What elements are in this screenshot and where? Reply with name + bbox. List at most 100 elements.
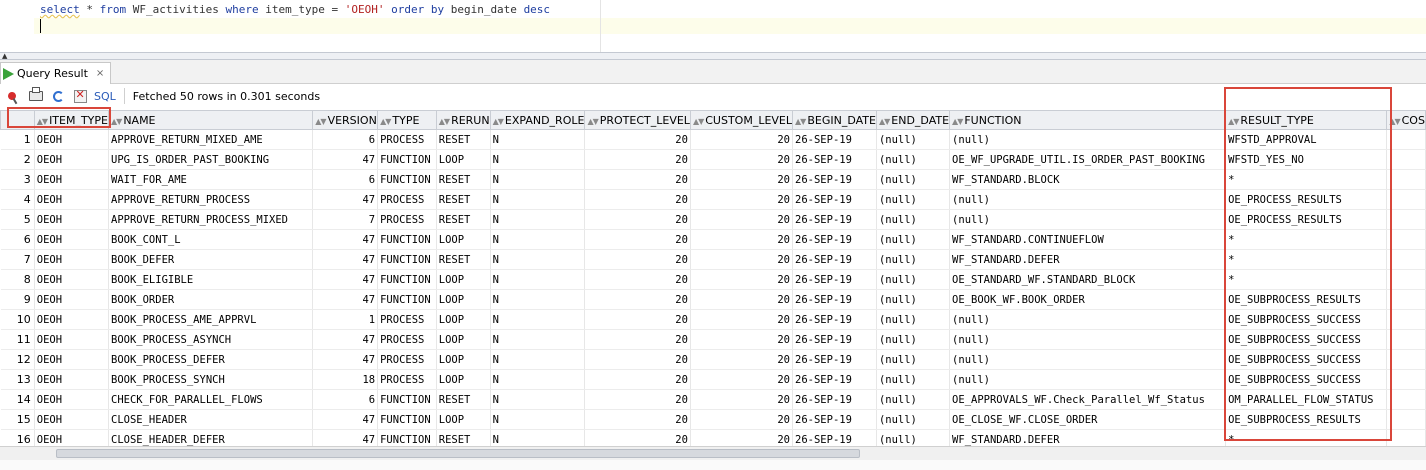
cell-rerun[interactable]: LOOP — [436, 349, 491, 370]
cell-item-type[interactable]: OEOH — [34, 389, 110, 410]
cell-version[interactable]: 6 — [312, 169, 379, 190]
sort-icon[interactable]: ▲▼ — [879, 117, 890, 126]
table-row[interactable]: 9 OEOH BOOK_ORDER 47 FUNCTION LOOP N 20 20 26-SEP… — [0, 289, 1426, 310]
cell-cos[interactable] — [1386, 229, 1426, 250]
close-icon[interactable]: × — [96, 68, 104, 79]
sort-icon[interactable]: ▲▼ — [693, 117, 704, 126]
cell-rerun[interactable]: RESET — [436, 189, 491, 210]
table-row[interactable]: 10 OEOH BOOK_PROCESS_AME_APPRVL 1 PROCESS LOO… — [0, 309, 1426, 330]
cell-name[interactable]: APPROVE_RETURN_PROCESS_MIXED — [108, 209, 314, 230]
cell-rerun[interactable]: RESET — [436, 249, 491, 270]
cell-protect-level[interactable]: 20 — [584, 409, 691, 430]
cell-item-type[interactable]: OEOH — [34, 189, 110, 210]
cell-begin-date[interactable]: 26-SEP-19 — [792, 169, 877, 190]
cell-rerun[interactable]: RESET — [436, 389, 491, 410]
cell-name[interactable]: BOOK_PROCESS_DEFER — [108, 349, 314, 370]
column-header[interactable]: ▲▼ VERSION — [312, 110, 379, 130]
cell-type[interactable]: FUNCTION — [377, 289, 437, 310]
cell-rerun[interactable]: LOOP — [436, 289, 491, 310]
cell-end-date[interactable]: (null) — [876, 189, 951, 210]
cell-name[interactable]: BOOK_PROCESS_ASYNCH — [108, 329, 314, 350]
cell-expand-role[interactable]: N — [490, 269, 586, 290]
cell-name[interactable]: CHECK_FOR_PARALLEL_FLOWS — [108, 389, 314, 410]
cell-cos[interactable] — [1386, 409, 1426, 430]
cell-name[interactable]: APPROVE_RETURN_MIXED_AME — [108, 129, 314, 150]
cell-version[interactable]: 6 — [312, 389, 379, 410]
cell-item-type[interactable]: OEOH — [34, 209, 110, 230]
cell-function[interactable]: (null) — [949, 129, 1227, 150]
cell-function[interactable]: OE_STANDARD_WF.STANDARD_BLOCK — [949, 269, 1227, 290]
cell-item-type[interactable]: OEOH — [34, 329, 110, 350]
cell-rerun[interactable]: RESET — [436, 129, 491, 150]
cell-custom-level[interactable]: 20 — [690, 209, 794, 230]
cell-begin-date[interactable]: 26-SEP-19 — [792, 269, 877, 290]
cell-name[interactable]: CLOSE_HEADER — [108, 409, 314, 430]
cell-end-date[interactable]: (null) — [876, 349, 951, 370]
cell-function[interactable]: OE_BOOK_WF.BOOK_ORDER — [949, 289, 1227, 310]
cell-begin-date[interactable]: 26-SEP-19 — [792, 129, 877, 150]
cell-cos[interactable] — [1386, 189, 1426, 210]
cell-begin-date[interactable]: 26-SEP-19 — [792, 289, 877, 310]
cell-rerun[interactable]: LOOP — [436, 229, 491, 250]
cell-type[interactable]: PROCESS — [377, 209, 437, 230]
cell-item-type[interactable]: OEOH — [34, 369, 110, 390]
cell-expand-role[interactable]: N — [490, 389, 586, 410]
cell-custom-level[interactable]: 20 — [690, 369, 794, 390]
horizontal-scrollbar[interactable] — [0, 446, 1426, 460]
table-row[interactable]: 15 OEOH CLOSE_HEADER 47 FUNCTION LOOP N 20 20 26-… — [0, 409, 1426, 430]
cell-expand-role[interactable]: N — [490, 289, 586, 310]
cell-protect-level[interactable]: 20 — [584, 129, 691, 150]
cell-expand-role[interactable]: N — [490, 309, 586, 330]
sql-link[interactable]: SQL — [94, 90, 116, 103]
cell-rerun[interactable]: LOOP — [436, 269, 491, 290]
cell-version[interactable]: 47 — [312, 349, 379, 370]
table-row[interactable]: 13 OEOH BOOK_PROCESS_SYNCH 18 PROCESS LOOP N 20… — [0, 369, 1426, 390]
cell-begin-date[interactable]: 26-SEP-19 — [792, 189, 877, 210]
cell-begin-date[interactable]: 26-SEP-19 — [792, 329, 877, 350]
table-row[interactable]: 8 OEOH BOOK_ELIGIBLE 47 FUNCTION LOOP N 20 20 26-… — [0, 269, 1426, 290]
cell-version[interactable]: 47 — [312, 289, 379, 310]
column-header[interactable]: ▲▼ EXPAND_ROLE — [489, 110, 586, 130]
cell-expand-role[interactable]: N — [490, 249, 586, 270]
cell-protect-level[interactable]: 20 — [584, 149, 691, 170]
cell-begin-date[interactable]: 26-SEP-19 — [792, 389, 877, 410]
cell-end-date[interactable]: (null) — [876, 149, 951, 170]
sort-icon[interactable]: ▲▼ — [952, 117, 963, 126]
column-header[interactable]: ▲▼ END_DATE — [875, 110, 951, 130]
delete-icon[interactable] — [72, 88, 88, 104]
cell-expand-role[interactable]: N — [490, 409, 586, 430]
cell-item-type[interactable]: OEOH — [34, 149, 110, 170]
table-row[interactable]: 5 OEOH APPROVE_RETURN_PROCESS_MIXED 7 PROCES… — [0, 209, 1426, 230]
print-icon[interactable] — [28, 87, 44, 104]
sort-icon[interactable]: ▲▼ — [315, 117, 326, 126]
cell-expand-role[interactable]: N — [490, 369, 586, 390]
cell-begin-date[interactable]: 26-SEP-19 — [792, 229, 877, 250]
cell-protect-level[interactable]: 20 — [584, 289, 691, 310]
cell-name[interactable]: BOOK_ORDER — [108, 289, 314, 310]
scrollbar-thumb[interactable] — [56, 449, 860, 458]
cell-expand-role[interactable]: N — [490, 229, 586, 250]
cell-custom-level[interactable]: 20 — [690, 229, 794, 250]
table-row[interactable]: 11 OEOH BOOK_PROCESS_ASYNCH 47 PROCESS LOOP N 2… — [0, 329, 1426, 350]
cell-name[interactable]: BOOK_ELIGIBLE — [108, 269, 314, 290]
cell-expand-role[interactable]: N — [490, 329, 586, 350]
cell-custom-level[interactable]: 20 — [690, 289, 794, 310]
cell-cos[interactable] — [1386, 129, 1426, 150]
cell-cos[interactable] — [1386, 329, 1426, 350]
tab-query-result[interactable]: Query Result × — [0, 62, 112, 84]
cell-name[interactable]: BOOK_CONT_L — [108, 229, 314, 250]
sort-icon[interactable]: ▲▼ — [587, 117, 598, 126]
cell-item-type[interactable]: OEOH — [34, 309, 110, 330]
cell-end-date[interactable]: (null) — [876, 289, 951, 310]
cell-rerun[interactable]: LOOP — [436, 329, 491, 350]
cell-item-type[interactable]: OEOH — [34, 349, 110, 370]
cell-expand-role[interactable]: N — [490, 169, 586, 190]
cell-name[interactable]: BOOK_PROCESS_AME_APPRVL — [108, 309, 314, 330]
pane-splitter[interactable]: ▲▼ — [0, 52, 1426, 68]
cell-type[interactable]: FUNCTION — [377, 269, 437, 290]
column-header[interactable]: ▲▼ BEGIN_DATE — [792, 110, 877, 130]
cell-version[interactable]: 47 — [312, 149, 379, 170]
cell-function[interactable]: (null) — [949, 369, 1227, 390]
cell-version[interactable]: 18 — [312, 369, 379, 390]
cell-protect-level[interactable]: 20 — [584, 229, 691, 250]
